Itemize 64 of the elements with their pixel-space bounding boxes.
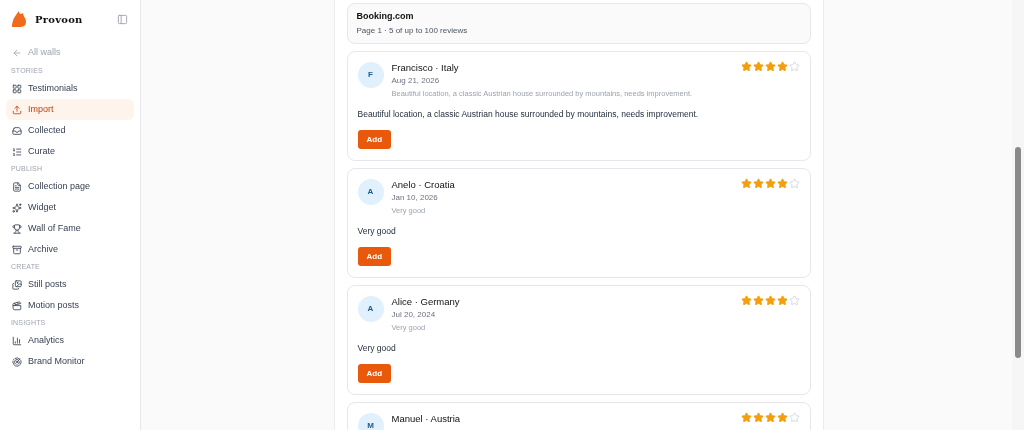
source-name: Booking.com xyxy=(356,10,415,22)
archive-icon xyxy=(12,244,22,255)
add-button[interactable]: Add xyxy=(357,130,392,149)
nav-item[interactable]: Widget xyxy=(6,197,134,218)
filled-star-icon xyxy=(740,61,752,72)
filled-star-icon xyxy=(776,61,788,72)
list-icon xyxy=(12,146,22,157)
filled-star-icon xyxy=(764,412,776,423)
brand-name: Provoon xyxy=(35,12,83,27)
inbox-icon xyxy=(12,125,22,136)
nav-item[interactable]: Collection page xyxy=(6,176,134,197)
nav-item[interactable]: Testimonials xyxy=(6,78,134,99)
nav-item[interactable]: Brand Monitor xyxy=(6,351,134,372)
grid-icon xyxy=(12,83,22,94)
avatar: M xyxy=(357,413,384,430)
filled-star-icon xyxy=(764,295,776,306)
review-text: Beautiful location, a classic Austrian house surrounded by mountains, needs improvement. xyxy=(357,108,700,120)
review-text: Very good xyxy=(357,342,397,354)
filled-star-icon xyxy=(776,178,788,189)
avatar: F xyxy=(357,62,384,88)
filled-star-icon xyxy=(776,412,788,423)
author-name: Francisco · Italy xyxy=(391,61,460,74)
upload-icon xyxy=(12,104,22,115)
document-icon xyxy=(12,181,22,192)
nav-item[interactable]: Still posts xyxy=(6,274,134,295)
review-date: Jul 20, 2024 xyxy=(391,309,437,321)
author-name: Manuel · Austria xyxy=(391,412,462,425)
source-summary: Page 1 · 5 of up to 100 reviews xyxy=(356,25,469,37)
filled-star-icon xyxy=(740,295,752,306)
review-date: Jan 10, 2026 xyxy=(391,192,439,204)
avatar: A xyxy=(357,296,384,322)
filled-star-icon xyxy=(752,412,764,423)
clapperboard-icon xyxy=(12,300,22,311)
sparkles-icon xyxy=(12,202,22,213)
filled-star-icon xyxy=(764,61,776,72)
flame-logo-icon xyxy=(11,10,27,28)
scrollbar-thumb[interactable] xyxy=(1015,147,1021,358)
filled-star-icon xyxy=(752,295,764,306)
radar-icon xyxy=(12,356,22,367)
add-button[interactable]: Add xyxy=(357,247,392,266)
sidebar-toggle-icon[interactable] xyxy=(117,13,128,25)
nav-item[interactable]: Collected xyxy=(6,120,134,141)
filled-star-icon xyxy=(740,412,752,423)
filled-star-icon xyxy=(752,178,764,189)
nav-item[interactable]: Wall of Fame xyxy=(6,218,134,239)
filled-star-icon xyxy=(776,295,788,306)
nav-item[interactable]: Analytics xyxy=(6,330,134,351)
arrow-left-icon xyxy=(12,48,22,58)
review-date: Aug 21, 2026 xyxy=(391,75,441,87)
avatar: A xyxy=(357,179,384,205)
review-text: Very good xyxy=(357,225,397,237)
bar-chart-icon xyxy=(12,335,22,346)
add-button[interactable]: Add xyxy=(357,364,392,383)
nav-item[interactable]: Motion posts xyxy=(6,295,134,316)
filled-star-icon xyxy=(752,61,764,72)
author-name: Alice · Germany xyxy=(391,295,461,308)
filled-star-icon xyxy=(764,178,776,189)
nav-item[interactable]: Import xyxy=(6,99,134,120)
author-name: Anelo · Croatia xyxy=(391,178,456,191)
nav-item[interactable]: Archive xyxy=(6,239,134,260)
filled-star-icon xyxy=(740,178,752,189)
nav-item[interactable]: Curate xyxy=(6,141,134,162)
trophy-icon xyxy=(12,223,22,234)
images-icon xyxy=(12,279,22,290)
